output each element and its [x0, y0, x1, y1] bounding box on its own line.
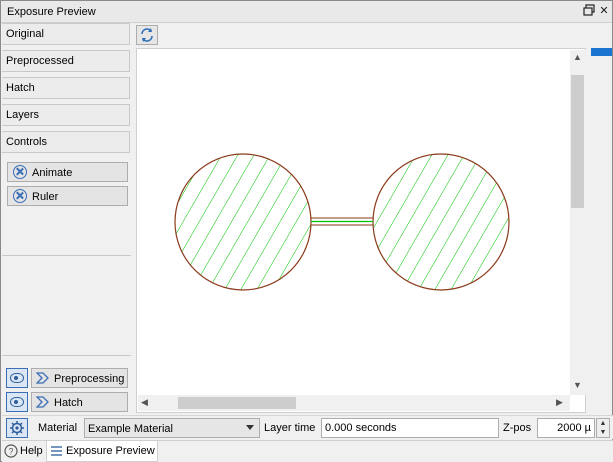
gear-icon	[10, 421, 24, 435]
tab-exposure-preview[interactable]: Exposure Preview	[46, 441, 158, 462]
layer-time-label: Layer time	[264, 422, 316, 434]
preprocessing-label: Preprocessing	[54, 373, 125, 385]
right-gutter	[588, 48, 612, 413]
chevron-down-icon	[246, 425, 254, 430]
zpos-label: Z-pos	[503, 422, 532, 434]
hatch-stage-label: Hatch	[54, 397, 83, 409]
bottom-tab-bar: ? Help Exposure Preview	[2, 440, 613, 462]
exposure-preview-drawing	[174, 153, 510, 291]
left-panel: Original Preprocessed Hatch Layers Contr…	[2, 23, 131, 415]
side-panel-indicator[interactable]	[591, 48, 612, 56]
vertical-scrollbar[interactable]: ▲ ▼	[570, 50, 586, 395]
horizontal-scroll-thumb[interactable]	[178, 397, 296, 409]
nav-controls-button[interactable]: Controls	[2, 131, 130, 153]
layer-time-field[interactable]: 0.000 seconds	[321, 418, 499, 438]
horizontal-scrollbar[interactable]: ◀ ▶	[138, 395, 570, 411]
hatch-stage-button[interactable]: Hatch	[31, 392, 128, 412]
ruler-button[interactable]: Ruler	[7, 186, 128, 206]
help-icon: ?	[4, 444, 18, 458]
material-label: Material	[38, 422, 78, 434]
divider	[2, 255, 131, 256]
animate-icon	[13, 165, 27, 179]
nav-layers-button[interactable]: Layers	[2, 104, 130, 126]
title-bar: Exposure Preview ✕	[1, 1, 612, 23]
exposure-preview-window: Exposure Preview ✕ Original Preprocessed…	[0, 0, 613, 462]
tab-help[interactable]: ? Help	[2, 441, 46, 462]
hatched-part-left	[175, 154, 311, 290]
refresh-icon	[141, 28, 153, 42]
eye-icon	[10, 397, 24, 407]
bottom-settings-bar: Material Example Material Layer time 0.0…	[2, 415, 613, 439]
divider	[2, 355, 131, 356]
list-icon	[51, 446, 62, 456]
nav-hatch-button[interactable]: Hatch	[2, 77, 130, 99]
refresh-button[interactable]	[136, 25, 158, 45]
ruler-icon	[13, 189, 27, 203]
eye-icon	[10, 373, 24, 383]
ruler-label: Ruler	[32, 191, 59, 203]
hatched-part-right	[373, 154, 509, 290]
preview-canvas[interactable]	[136, 48, 586, 413]
window-title: Exposure Preview	[7, 6, 96, 18]
preprocessing-visibility-toggle[interactable]	[6, 368, 28, 388]
tab-exposure-preview-label: Exposure Preview	[66, 445, 155, 457]
float-window-icon[interactable]	[582, 4, 596, 18]
animate-label: Animate	[32, 167, 73, 179]
zpos-stepper[interactable]: ▲ ▼	[596, 418, 610, 438]
nav-original-button[interactable]: Original	[2, 23, 130, 45]
animate-button[interactable]: Animate	[7, 162, 128, 182]
material-value: Example Material	[88, 423, 173, 435]
preprocessing-button[interactable]: Preprocessing	[31, 368, 128, 388]
settings-button[interactable]	[6, 418, 28, 438]
scroll-up-icon[interactable]: ▲	[573, 52, 582, 62]
scroll-right-icon[interactable]: ▶	[556, 397, 563, 408]
scroll-left-icon[interactable]: ◀	[141, 397, 148, 408]
pipeline-stage-icon	[36, 372, 49, 384]
hatch-visibility-toggle[interactable]	[6, 392, 28, 412]
nav-preprocessed-button[interactable]: Preprocessed	[2, 50, 130, 72]
svg-text:?: ?	[8, 447, 13, 457]
material-select[interactable]: Example Material	[84, 418, 260, 438]
tab-help-label: Help	[20, 445, 43, 457]
close-icon[interactable]: ✕	[597, 4, 611, 18]
vertical-scroll-thumb[interactable]	[571, 75, 584, 208]
zpos-field[interactable]: 2000 µ	[537, 418, 595, 438]
pipeline-stage-icon	[36, 396, 49, 408]
scroll-down-icon[interactable]: ▼	[573, 380, 582, 390]
